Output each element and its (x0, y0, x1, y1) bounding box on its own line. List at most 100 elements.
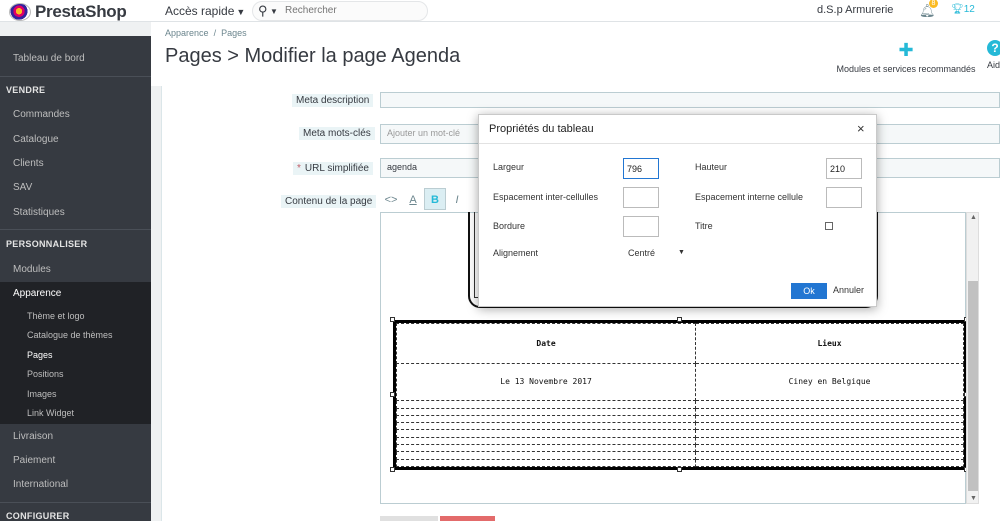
help-button[interactable]: ? Aid (987, 40, 1000, 70)
cell-spacing-label: Espacement inter-cellulles (493, 192, 599, 202)
sidebar-subitem-pages[interactable]: Pages (27, 350, 53, 360)
sidebar: Tableau de bord VENDRE Commandes Catalog… (0, 36, 151, 521)
resize-handle[interactable] (390, 317, 395, 322)
caret-down-icon[interactable]: ▼ (270, 7, 278, 16)
bottom-button-danger[interactable] (440, 516, 495, 521)
search-input[interactable] (285, 5, 425, 16)
table-header-places[interactable]: Lieux (695, 323, 964, 364)
puzzle-icon: ✚ (898, 40, 914, 60)
breadcrumb-current[interactable]: Pages (221, 28, 247, 38)
table-empty-cell[interactable] (695, 458, 964, 468)
ok-button[interactable]: Ok (791, 283, 827, 299)
table-empty-cell[interactable] (695, 436, 964, 446)
table-empty-cell[interactable] (695, 400, 964, 409)
border-input[interactable] (623, 216, 659, 237)
sidebar-divider (0, 76, 151, 77)
editor-scrollbar[interactable]: ▲ ▼ (966, 212, 979, 504)
trophy-link[interactable]: 🏆︎12 (951, 4, 975, 15)
table-cell-date[interactable]: Le 13 Novembre 2017 (395, 362, 697, 402)
breadcrumb: Apparence / Pages (165, 28, 247, 38)
meta-description-input[interactable] (380, 92, 1000, 108)
sidebar-subitem-theme-catalog[interactable]: Catalogue de thèmes (27, 330, 113, 340)
sidebar-item-appearance[interactable]: Apparence (13, 288, 61, 299)
bold-icon[interactable]: B (424, 188, 446, 210)
sidebar-item-modules[interactable]: Modules (13, 264, 51, 275)
scroll-down-icon[interactable]: ▼ (970, 495, 977, 502)
cell-padding-input[interactable] (826, 187, 862, 208)
caption-checkbox[interactable] (825, 222, 833, 230)
meta-keywords-label: Meta mots-clés (299, 127, 375, 140)
table-empty-cell[interactable] (395, 414, 697, 424)
sidebar-item-customers[interactable]: Clients (13, 158, 44, 169)
height-input[interactable] (826, 158, 862, 179)
italic-icon[interactable]: I (446, 188, 468, 210)
sidebar-item-sav[interactable]: SAV (13, 182, 32, 193)
table-empty-cell[interactable] (395, 436, 697, 446)
table-empty-cell[interactable] (395, 407, 697, 416)
help-label: Aid (987, 60, 1000, 70)
search-icon[interactable]: ⚲ (258, 3, 268, 19)
resize-handle[interactable] (390, 467, 395, 472)
table-header-date[interactable]: Date (395, 323, 697, 364)
sidebar-item-dashboard[interactable]: Tableau de bord (13, 53, 85, 64)
sidebar-item-stats[interactable]: Statistiques (13, 207, 65, 218)
table-empty-cell[interactable] (395, 443, 697, 453)
table-empty-cell[interactable] (695, 429, 964, 438)
caret-down-icon[interactable]: ▼ (678, 249, 685, 256)
sidebar-item-international[interactable]: International (13, 479, 68, 490)
table-empty-cell[interactable] (695, 422, 964, 431)
resize-handle[interactable] (677, 467, 682, 472)
sidebar-item-orders[interactable]: Commandes (13, 109, 70, 120)
puffin-logo-icon (9, 3, 31, 21)
resize-handle[interactable] (677, 317, 682, 322)
logo-text: PrestaShop (35, 2, 127, 21)
prestashop-logo[interactable]: PrestaShop (9, 2, 127, 22)
content-table[interactable]: Date Lieux Le 13 Novembre 2017 Ciney en … (393, 320, 967, 470)
close-icon[interactable]: × (857, 121, 865, 136)
width-input[interactable] (623, 158, 659, 179)
table-empty-cell[interactable] (395, 451, 697, 460)
caret-down-icon: ▼ (236, 7, 246, 17)
table-cell-place[interactable]: Ciney en Belgique (695, 362, 964, 402)
sidebar-subitem-positions[interactable]: Positions (27, 369, 64, 379)
cell-spacing-input[interactable] (623, 187, 659, 208)
content-label: Contenu de la page (281, 195, 377, 208)
bottom-button-secondary[interactable] (380, 516, 438, 521)
scroll-up-icon[interactable]: ▲ (970, 214, 977, 221)
recommended-modules-button[interactable]: ✚ Modules et services recommandés (835, 40, 977, 74)
sidebar-subitem-images[interactable]: Images (27, 389, 57, 399)
caption-label: Titre (695, 221, 713, 231)
sidebar-subitem-theme[interactable]: Thème et logo (27, 311, 85, 321)
sidebar-item-payment[interactable]: Paiement (13, 455, 55, 466)
recommended-modules-label: Modules et services recommandés (836, 64, 976, 74)
alignment-select[interactable]: Centré (628, 248, 655, 258)
sidebar-item-catalog[interactable]: Catalogue (13, 134, 59, 145)
table-empty-cell[interactable] (395, 422, 697, 431)
page-title: Pages > Modifier la page Agenda (165, 45, 461, 67)
url-label: * URL simplifiée (293, 162, 373, 175)
trophy-icon: 🏆︎ (951, 4, 964, 15)
dialog-divider (479, 143, 876, 144)
table-empty-cell[interactable] (395, 400, 697, 409)
cancel-button[interactable]: Annuler (833, 285, 864, 295)
width-label: Largeur (493, 162, 525, 172)
table-empty-cell[interactable] (395, 429, 697, 438)
alignment-label: Alignement (493, 248, 539, 258)
sidebar-item-shipping[interactable]: Livraison (13, 431, 53, 442)
table-empty-cell[interactable] (695, 414, 964, 424)
shop-name-link[interactable]: d.S.p Armurerie (817, 4, 893, 16)
help-icon: ? (987, 40, 1000, 56)
quick-access-menu[interactable]: Accès rapide ▼ (165, 4, 245, 18)
table-empty-cell[interactable] (395, 458, 697, 468)
table-empty-cell[interactable] (695, 407, 964, 416)
breadcrumb-parent[interactable]: Apparence (165, 28, 209, 38)
scroll-thumb[interactable] (968, 281, 978, 491)
table-empty-cell[interactable] (695, 443, 964, 453)
text-color-icon[interactable]: A (402, 188, 424, 210)
code-view-icon[interactable]: <> (380, 188, 402, 210)
sidebar-divider (0, 229, 151, 230)
sidebar-subitem-link-widget[interactable]: Link Widget (27, 408, 74, 418)
table-empty-cell[interactable] (695, 451, 964, 460)
quick-access-label: Accès rapide (165, 4, 235, 18)
resize-handle[interactable] (390, 392, 395, 397)
